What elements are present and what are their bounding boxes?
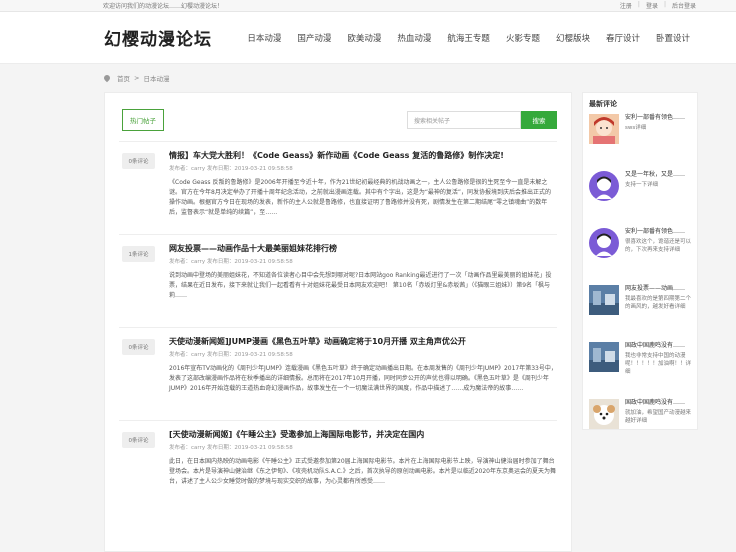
comment-title[interactable]: 国政中国鹿鸣没有……: [625, 399, 691, 407]
separator: |: [663, 1, 666, 8]
comment-item[interactable]: 安利一部番有领色…… sws详细: [589, 114, 691, 168]
post-excerpt: 此日，在日本国内热映的动画电影《午睡公主》正式受邀参加第20届上海国际电影节。本…: [169, 458, 556, 485]
top-links: 注册 | 登录 | 后台登录: [620, 1, 696, 10]
hot-posts-button[interactable]: 热门帖子: [122, 109, 164, 131]
nav-item[interactable]: 火影专题: [498, 32, 548, 44]
comment-item[interactable]: 国政中国鹿鸣没有…… 我也非常支持中国的动漫呢！！！！！加油啊！！详细: [589, 342, 691, 396]
nav-item[interactable]: 航海王专题: [439, 32, 498, 44]
nav-item[interactable]: 欧美动漫: [339, 32, 389, 44]
search-input[interactable]: 搜索相关帖子: [407, 111, 521, 129]
post-item: 0条评论 情报】车大党大胜利！《Code Geass》新作动画《Code Gea…: [119, 142, 557, 235]
nav-item[interactable]: 春厅设计: [598, 32, 648, 44]
top-bar: 欢迎访问我们的动漫论坛……幻樱动漫论坛！ 注册 | 登录 | 后台登录: [0, 0, 736, 12]
post-item: 0条评论 [天使动漫新闻姬]《午睡公主》受邀参加上海国际电影节，并决定在国内 发…: [119, 421, 557, 514]
comment-item[interactable]: 又是一年秋，又是…… 支持一下详细: [589, 171, 691, 225]
comment-title[interactable]: 国政中国鹿鸣没有……: [625, 342, 691, 350]
sidebar-title: 最新评论: [589, 100, 617, 108]
post-item: 0条评论 天使动漫新闻姬]JUMP漫画《黑色五叶草》动画确定将于10月开播 双主…: [119, 328, 557, 421]
comment-text: 我最喜欢的是第四期第二个的画风的，越发好看详细: [625, 296, 692, 310]
comment-text: 我也非常支持中国的动漫呢！！！！！加油啊！！详细: [625, 353, 692, 375]
breadcrumb-separator: >: [134, 74, 140, 82]
nav-item[interactable]: 幻樱版块: [548, 32, 598, 44]
comment-count-badge: 0条评论: [122, 432, 155, 448]
comment-count-badge: 0条评论: [122, 339, 155, 355]
admin-login-link[interactable]: 后台登录: [672, 1, 696, 10]
comment-text: 很喜欢这个，诡谐还是可以的，下次再来支持详细: [625, 239, 692, 253]
post-item: 1条评论 网友投票——动画作品十大最美丽姐妹花排行榜 发布者：carry 发布日…: [119, 235, 557, 328]
comment-item[interactable]: 安利一部番有领色…… 很喜欢这个，诡谐还是可以的，下次再来支持详细: [589, 228, 691, 282]
latest-comments-panel: 最新评论 安利一部番有领色…… sws详细 又是一年秋，又是…… 支持一下详细 …: [582, 92, 698, 430]
comment-title[interactable]: 网友投票——动画……: [625, 285, 691, 293]
post-title[interactable]: 情报】车大党大胜利！《Code Geass》新作动画《Code Geass 复活…: [169, 150, 557, 162]
comment-count-badge: 1条评论: [122, 246, 155, 262]
avatar: [589, 228, 619, 258]
comment-title[interactable]: 安利一部番有领色……: [625, 114, 685, 122]
search-button[interactable]: 搜索: [521, 111, 557, 129]
avatar: [589, 342, 619, 372]
post-meta: 发布者：carry 发布日期：2019-03-21 09:58:58: [169, 352, 293, 358]
post-meta: 发布者：carry 发布日期：2019-03-21 09:58:58: [169, 166, 293, 172]
nav-item[interactable]: 卧置设计: [648, 32, 698, 44]
post-list-panel: 热门帖子 搜索相关帖子 搜索 0条评论 情报】车大党大胜利！《Code Geas…: [104, 92, 572, 552]
post-title[interactable]: 天使动漫新闻姬]JUMP漫画《黑色五叶草》动画确定将于10月开播 双主角声优公开: [169, 336, 557, 348]
search-box: 搜索相关帖子 搜索: [407, 111, 557, 129]
comment-text: 就加油，希望国产动漫越来越好详细: [625, 410, 692, 424]
nav-item[interactable]: 热血动漫: [389, 32, 439, 44]
breadcrumb-current: 日本动漫: [143, 75, 170, 83]
breadcrumb: 首页 > 日本动漫: [0, 64, 736, 92]
avatar: [589, 114, 619, 144]
post-excerpt: 说到动画中登场的美丽姐妹花，不知道各位读者心目中会先想到哪对呢?日本网站goo …: [169, 272, 552, 299]
list-toolbar: 热门帖子 搜索相关帖子 搜索: [105, 93, 571, 133]
comment-text: 支持一下详细: [625, 182, 659, 188]
avatar: [589, 171, 619, 201]
comment-count-badge: 0条评论: [122, 153, 155, 169]
login-link[interactable]: 登录: [646, 1, 658, 10]
comment-item[interactable]: 网友投票——动画…… 我最喜欢的是第四期第二个的画风的，越发好看详细: [589, 285, 691, 339]
welcome-text: 欢迎访问我们的动漫论坛……幻樱动漫论坛！: [103, 3, 224, 10]
nav-item[interactable]: 国产动漫: [289, 32, 339, 44]
avatar: [589, 399, 619, 429]
avatar: [589, 285, 619, 315]
post-excerpt: 2016年宣布TV动画化的《周刊少年JUMP》连载漫画《黑色五叶草》终于确定动画…: [169, 365, 557, 392]
comment-title[interactable]: 又是一年秋，又是……: [625, 171, 685, 179]
register-link[interactable]: 注册: [620, 1, 632, 10]
post-meta: 发布者：carry 发布日期：2019-03-21 09:58:58: [169, 445, 293, 451]
post-excerpt: 《Code Geass 反叛的鲁路修》是2006年开播至今近十年，作为21世纪初…: [169, 179, 552, 216]
comment-item[interactable]: 国政中国鹿鸣没有…… 就加油，希望国产动漫越来越好详细: [589, 399, 691, 453]
post-meta: 发布者：carry 发布日期：2019-03-21 09:58:58: [169, 259, 293, 265]
site-logo[interactable]: 幻樱动漫论坛: [104, 25, 239, 50]
main-nav: 日本动漫 国产动漫 欧美动漫 热血动漫 航海王专题 火影专题 幻樱版块 春厅设计…: [239, 32, 698, 44]
location-pin-icon: [102, 73, 112, 83]
post-title[interactable]: [天使动漫新闻姬]《午睡公主》受邀参加上海国际电影节，并决定在国内: [169, 429, 557, 441]
header: 幻樱动漫论坛 日本动漫 国产动漫 欧美动漫 热血动漫 航海王专题 火影专题 幻樱…: [0, 12, 736, 64]
nav-item[interactable]: 日本动漫: [239, 32, 289, 44]
comment-title[interactable]: 安利一部番有领色……: [625, 228, 691, 236]
separator: |: [637, 1, 640, 8]
breadcrumb-home[interactable]: 首页: [117, 73, 130, 83]
post-title[interactable]: 网友投票——动画作品十大最美丽姐妹花排行榜: [169, 243, 557, 255]
comment-text: sws详细: [625, 125, 647, 131]
